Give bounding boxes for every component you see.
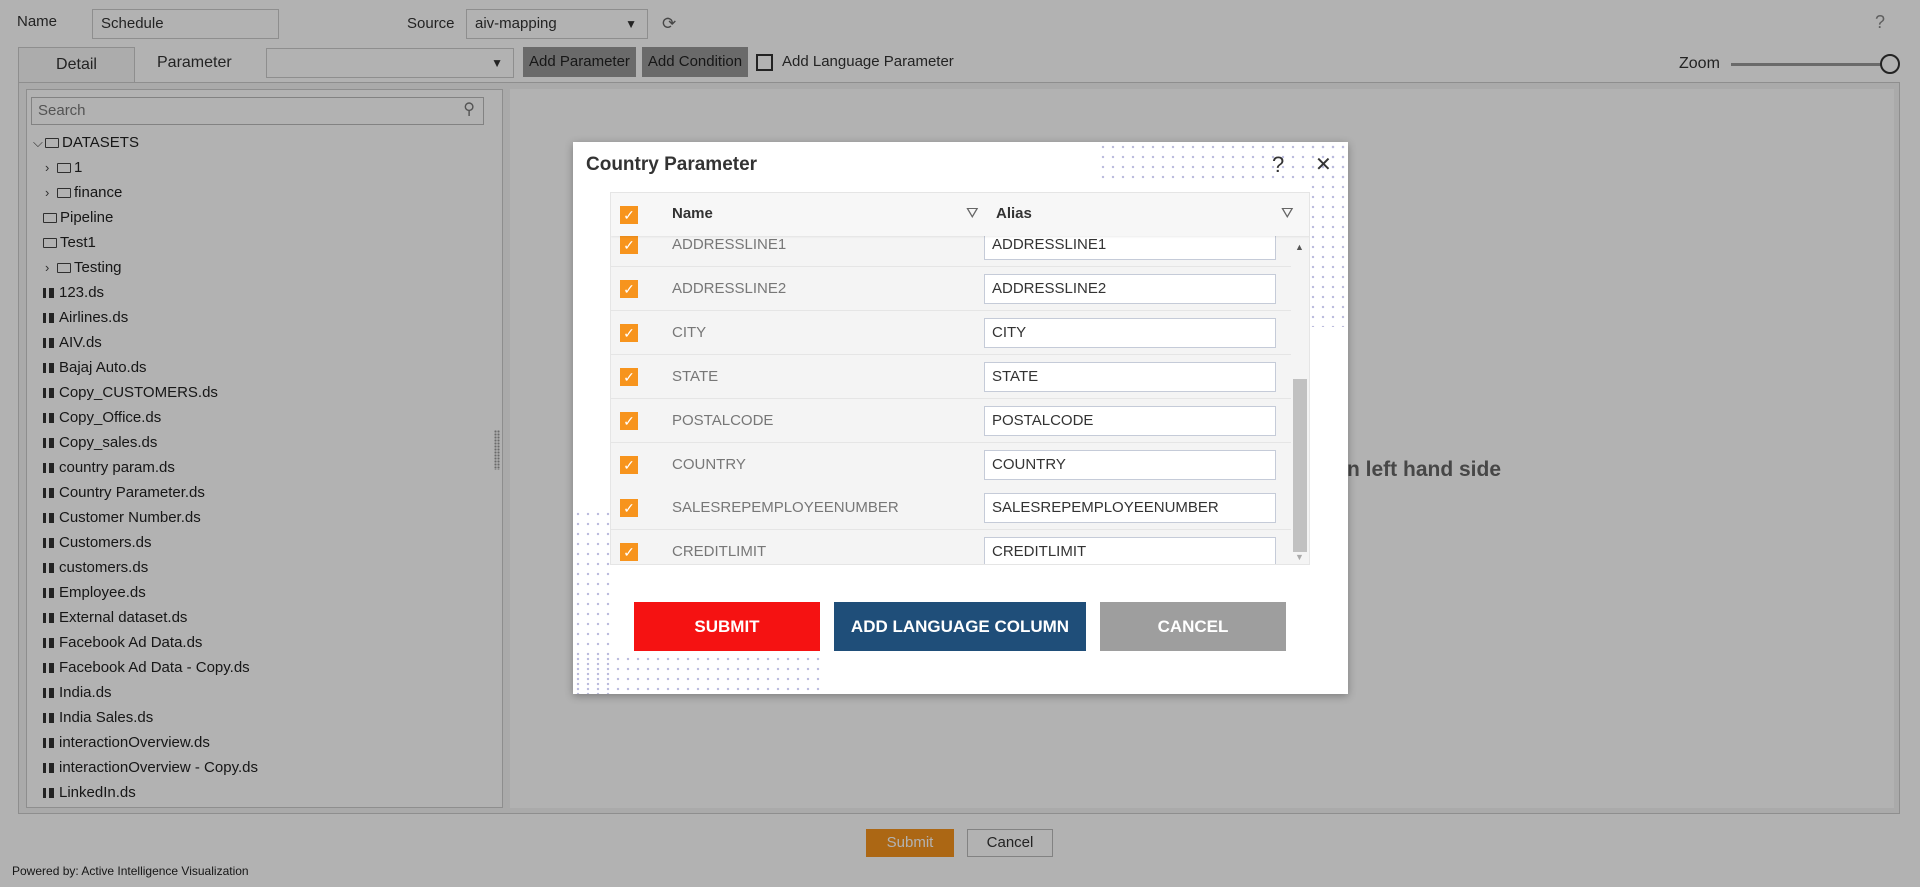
alias-input[interactable]: STATE [984, 361, 1276, 392]
table-row: ✓ ADDRESSLINE2 ADDRESSLINE2 [611, 266, 1291, 311]
column-name: SALESREPEMPLOYEENUMBER [672, 499, 899, 517]
alias-input[interactable]: CITY [984, 317, 1276, 348]
select-all-checkbox[interactable]: ✓ [620, 206, 638, 224]
alias-column-header: Alias [996, 205, 1032, 222]
alias-filter-icon[interactable]: ⛛ [1281, 205, 1294, 222]
submit-button[interactable]: SUBMIT [634, 602, 820, 651]
dialog-help-icon[interactable]: ? [1272, 152, 1284, 178]
alias-input[interactable]: POSTALCODE [984, 405, 1276, 436]
decorative-dots [573, 509, 613, 694]
column-name: ADDRESSLINE1 [672, 236, 787, 253]
table-row: ✓ COUNTRY COUNTRY [611, 442, 1291, 487]
row-checkbox[interactable]: ✓ [620, 411, 638, 430]
column-name: ADDRESSLINE2 [672, 279, 787, 297]
name-filter-icon[interactable]: ⛛ [966, 205, 979, 222]
name-column-header: Name [672, 205, 713, 222]
country-parameter-dialog: Country Parameter ? ✕ ✓ Name ⛛ Alias ⛛ ✓… [573, 142, 1348, 694]
row-checkbox[interactable]: ✓ [620, 236, 638, 254]
alias-input[interactable]: CREDITLIMIT [984, 537, 1276, 564]
row-checkbox[interactable]: ✓ [620, 499, 638, 518]
table-row: ✓ POSTALCODE POSTALCODE [611, 398, 1291, 443]
table-body: ✓ ADDRESSLINE1 ADDRESSLINE1 ✓ ADDRESSLINE… [611, 193, 1309, 564]
column-name: COUNTRY [672, 455, 746, 473]
dialog-title: Country Parameter [586, 154, 758, 175]
dialog-close-icon[interactable]: ✕ [1315, 152, 1332, 177]
table-row: ✓ SALESREPEMPLOYEENUMBER SALESREPEMPLOYE… [611, 486, 1291, 531]
column-name: STATE [672, 367, 719, 385]
scroll-down-arrow[interactable]: ▼ [1295, 552, 1304, 562]
column-name: CITY [672, 323, 707, 341]
column-table: ✓ Name ⛛ Alias ⛛ ✓ ADDRESSLINE1 ADDRESSL… [610, 192, 1310, 565]
table-scrollbar[interactable]: ▲ ▼ [1291, 236, 1309, 564]
column-name: CREDITLIMIT [672, 543, 767, 561]
table-row: ✓ STATE STATE [611, 354, 1291, 399]
row-checkbox[interactable]: ✓ [620, 279, 638, 298]
row-checkbox[interactable]: ✓ [620, 455, 638, 474]
table-row: ✓ CITY CITY [611, 310, 1291, 355]
row-checkbox[interactable]: ✓ [620, 543, 638, 562]
table-row: ✓ CREDITLIMIT CREDITLIMIT [611, 530, 1291, 564]
row-checkbox[interactable]: ✓ [620, 323, 638, 342]
cancel-button[interactable]: CANCEL [1100, 602, 1286, 651]
alias-input[interactable]: COUNTRY [984, 449, 1276, 480]
scrollbar-thumb[interactable] [1293, 379, 1307, 552]
scroll-up-arrow[interactable]: ▲ [1295, 242, 1304, 252]
add-language-column-button[interactable]: ADD LANGUAGE COLUMN [834, 602, 1086, 651]
alias-input[interactable]: ADDRESSLINE2 [984, 273, 1276, 304]
row-checkbox[interactable]: ✓ [620, 367, 638, 386]
column-name: POSTALCODE [672, 411, 774, 429]
table-header: ✓ Name ⛛ Alias ⛛ [611, 193, 1309, 236]
alias-input[interactable]: SALESREPEMPLOYEENUMBER [984, 493, 1276, 524]
